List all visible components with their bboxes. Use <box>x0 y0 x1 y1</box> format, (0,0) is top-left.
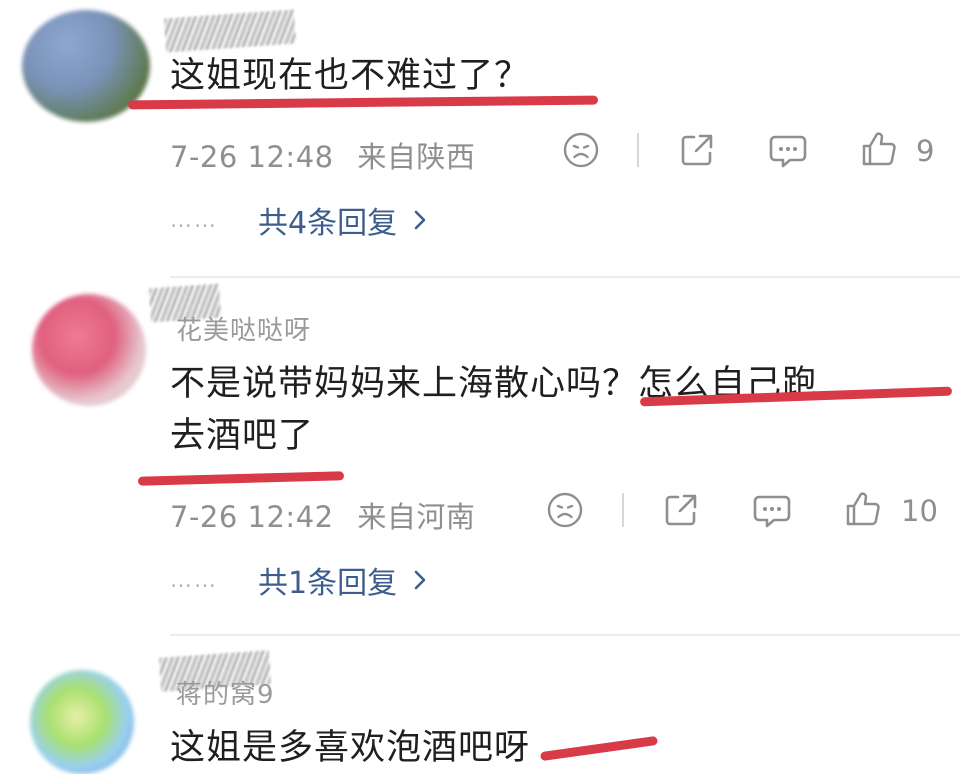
comment-text: 这姐是多喜欢泡酒吧呀 <box>170 722 530 774</box>
sad-face-icon[interactable] <box>546 491 584 529</box>
thumbs-up-icon[interactable] <box>844 490 882 528</box>
share-icon[interactable] <box>662 491 700 529</box>
like-count: 10 <box>901 494 938 528</box>
username[interactable]: 花美哒哒呀 <box>176 310 311 347</box>
username-text: 花美哒哒呀 <box>176 316 312 346</box>
replies-dots: …… <box>170 207 218 233</box>
comment-2: 花美哒哒呀 不是说带妈妈来上海散心吗？怎么自己跑 去酒吧了 7-26 12:42… <box>0 278 960 634</box>
comment-time: 7-26 12:42 <box>170 500 334 534</box>
comment-3: 蒋的窝9 这姐是多喜欢泡酒吧呀 <box>0 636 960 774</box>
replies-dots: …… <box>170 567 218 593</box>
replies-count-label: 共4条回复 <box>258 206 398 241</box>
comment-text-line: 这姐是多喜欢泡酒吧呀 <box>170 728 531 768</box>
action-separator <box>622 493 624 527</box>
highlight-underline <box>137 471 345 486</box>
username-redacted <box>163 9 297 53</box>
chevron-right-icon <box>414 210 426 230</box>
comment-text-line: 这姐现在也不难过了？ <box>170 56 531 96</box>
comment-meta: 7-26 12:42 来自河南 <box>170 494 475 536</box>
action-separator <box>637 133 639 167</box>
comment-text: 这姐现在也不难过了？ <box>170 50 530 102</box>
comment-text-line: 去酒吧了 <box>170 416 315 456</box>
share-icon[interactable] <box>678 131 716 169</box>
comment-location: 来自河南 <box>357 500 476 534</box>
highlight-underline <box>539 735 659 762</box>
comment-icon[interactable] <box>768 132 808 170</box>
user-avatar[interactable] <box>32 294 146 406</box>
thumbs-up-icon[interactable] <box>860 130 898 168</box>
comment-text: 不是说带妈妈来上海散心吗？怎么自己跑 去酒吧了 <box>170 358 818 462</box>
chevron-right-icon <box>414 570 426 590</box>
username[interactable]: 蒋的窝9 <box>176 674 275 711</box>
like-count: 9 <box>916 134 935 168</box>
view-replies-link[interactable]: …… 共1条回复 <box>170 560 427 601</box>
comment-meta: 7-26 12:48 来自陕西 <box>170 134 475 176</box>
view-replies-link[interactable]: …… 共4条回复 <box>170 200 427 241</box>
replies-count-label: 共1条回复 <box>258 566 398 601</box>
username-text: 蒋的窝9 <box>176 680 275 710</box>
comment-time: 7-26 12:48 <box>170 140 334 174</box>
comment-icon[interactable] <box>752 492 792 530</box>
comment-1: 这姐现在也不难过了？ 7-26 12:48 来自陕西 9 …… 共4条回复 <box>0 0 960 278</box>
sad-face-icon[interactable] <box>562 131 600 169</box>
comment-location: 来自陕西 <box>357 140 476 174</box>
user-avatar[interactable] <box>30 670 134 774</box>
